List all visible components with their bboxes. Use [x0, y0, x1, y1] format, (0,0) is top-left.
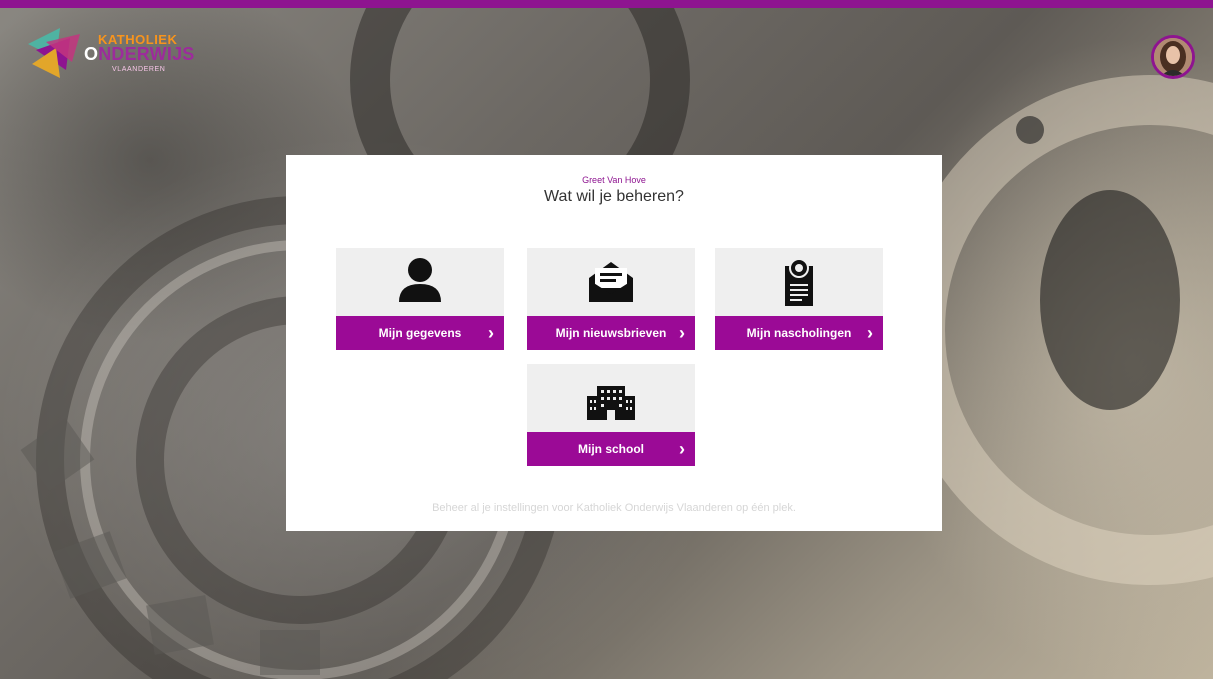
- mijn-gegevens-button[interactable]: Mijn gegevens ›: [336, 316, 504, 350]
- tile-mijn-nascholingen[interactable]: Mijn nascholingen ›: [715, 248, 883, 350]
- tile-mijn-nieuwsbrieven[interactable]: Mijn nieuwsbrieven ›: [527, 248, 695, 350]
- chevron-right-icon: ›: [679, 323, 685, 343]
- mijn-nieuwsbrieven-button[interactable]: Mijn nieuwsbrieven ›: [527, 316, 695, 350]
- top-accent-bar: [0, 0, 1213, 8]
- user-name: Greet Van Hove: [582, 175, 646, 185]
- chevron-right-icon: ›: [867, 323, 873, 343]
- chevron-right-icon: ›: [679, 439, 685, 459]
- logo-text-onderwijs: ONDERWIJS: [84, 44, 195, 64]
- mijn-school-button[interactable]: Mijn school ›: [527, 432, 695, 466]
- logo-text-vlaanderen: VLAANDEREN: [112, 66, 166, 73]
- user-avatar[interactable]: [1151, 35, 1195, 79]
- manage-panel: Greet Van Hove Wat wil je beheren? Mijn …: [286, 155, 942, 531]
- school-building-icon: [527, 372, 695, 426]
- tile-mijn-school[interactable]: Mijn school ›: [527, 364, 695, 466]
- katholiek-onderwijs-logo[interactable]: KATHOLIEK ONDERWIJS VLAANDEREN: [26, 24, 196, 80]
- envelope-icon: [527, 256, 695, 310]
- person-icon: [336, 256, 504, 310]
- mijn-nascholingen-button[interactable]: Mijn nascholingen ›: [715, 316, 883, 350]
- certificate-icon: [715, 256, 883, 310]
- page-title: Wat wil je beheren?: [544, 188, 684, 205]
- chevron-right-icon: ›: [488, 323, 494, 343]
- tile-mijn-gegevens[interactable]: Mijn gegevens ›: [336, 248, 504, 350]
- footer-note: Beheer al je instellingen voor Katholiek…: [432, 502, 796, 514]
